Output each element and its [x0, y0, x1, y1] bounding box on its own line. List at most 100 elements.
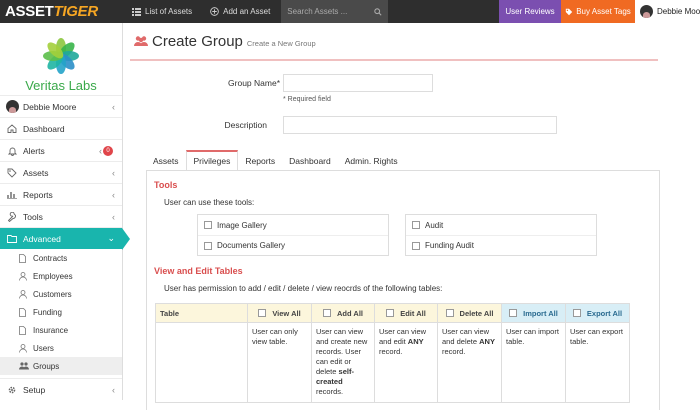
cell-text: record. — [442, 347, 466, 356]
bell-icon — [7, 147, 17, 156]
export-all-description: User can export table. — [565, 322, 630, 403]
tool-image-gallery[interactable]: Image Gallery — [198, 215, 388, 235]
document-icon — [19, 307, 26, 317]
sidebar-item-label: Advanced — [23, 233, 61, 244]
avatar — [5, 100, 19, 113]
chevron-down-icon: ⌄ — [107, 233, 115, 243]
checkbox[interactable] — [572, 309, 581, 317]
person-icon — [19, 289, 27, 299]
sidebar-item-assets[interactable]: Assets ‹ — [0, 161, 122, 183]
nav-list-of-assets[interactable]: List of Assets — [123, 0, 201, 23]
sidebar-subitem-users[interactable]: Users — [0, 339, 122, 357]
nav-add-an-asset[interactable]: Add an Asset — [201, 0, 279, 23]
chevron-left-icon: ‹ — [112, 101, 115, 112]
tab-admin-rights[interactable]: Admin. Rights — [338, 150, 405, 171]
import-all-description: User can import table. — [501, 322, 566, 403]
sidebar-subitem-label: Insurance — [33, 325, 69, 335]
col-header-edit-all[interactable]: Edit All — [374, 303, 438, 323]
add-all-description: User can view and create new records. Us… — [311, 322, 375, 403]
tool-funding-audit[interactable]: Funding Audit — [406, 235, 596, 255]
cell-text: User can export table. — [570, 327, 623, 346]
sidebar-subitem-customers[interactable]: Customers — [0, 285, 122, 303]
cell-text: User can import table. — [506, 327, 559, 346]
chevron-left-icon: ‹ — [99, 145, 102, 156]
col-header-label: Edit All — [400, 308, 426, 318]
sidebar-item-label: Alerts — [23, 145, 45, 156]
col-header-delete-all[interactable]: Delete All — [437, 303, 502, 323]
user-reviews-button[interactable]: User Reviews — [499, 0, 561, 23]
sidebar-item-tools[interactable]: Tools ‹ — [0, 205, 122, 227]
cell-text-bold: ANY — [479, 337, 495, 346]
buy-asset-tags-label: Buy Asset Tags — [576, 7, 631, 16]
tool-label: Documents Gallery — [217, 241, 286, 250]
cell-text: User can only view table. — [252, 327, 298, 346]
sidebar-user[interactable]: Debbie Moore ‹ — [0, 95, 122, 117]
checkbox[interactable] — [509, 309, 518, 317]
tool-documents-gallery[interactable]: Documents Gallery — [198, 235, 388, 255]
table-cell-empty — [155, 322, 248, 403]
cell-text: records. — [316, 387, 344, 396]
col-header-label: Table — [160, 308, 180, 318]
checkbox[interactable] — [386, 309, 395, 317]
user-menu[interactable]: Debbie Moore — [635, 0, 700, 23]
tab-dashboard[interactable]: Dashboard — [282, 150, 338, 171]
page-title: Create Group — [152, 32, 243, 50]
tag-icon — [7, 168, 17, 178]
sidebar-item-advanced[interactable]: Advanced ⌄ — [0, 227, 130, 250]
description-input[interactable] — [283, 116, 557, 134]
wrench-icon — [7, 211, 16, 222]
col-header-export-all[interactable]: Export All — [565, 303, 630, 323]
sidebar-subitem-label: Employees — [33, 271, 73, 281]
col-header-add-all[interactable]: Add All — [311, 303, 375, 323]
tag-icon — [566, 8, 573, 15]
col-header-import-all[interactable]: Import All — [501, 303, 566, 323]
group-name-label: Group Name* — [228, 78, 280, 88]
checkbox[interactable] — [412, 241, 420, 250]
sidebar-subitem-employees[interactable]: Employees — [0, 267, 122, 285]
chevron-left-icon: ‹ — [112, 211, 115, 222]
search-input[interactable]: Search Assets ... — [281, 0, 389, 23]
sidebar-subitem-groups[interactable]: Groups — [0, 357, 122, 375]
tab-assets[interactable]: Assets — [146, 150, 186, 171]
sidebar-item-alerts[interactable]: Alerts ‹ 0 — [0, 139, 122, 161]
checkbox[interactable] — [323, 309, 332, 317]
chevron-left-icon: ‹ — [112, 384, 115, 395]
tool-label: Funding Audit — [425, 241, 474, 250]
checkbox[interactable] — [204, 221, 212, 229]
description-row: Description — [190, 116, 557, 134]
sidebar-item-reports[interactable]: Reports ‹ — [0, 183, 122, 205]
document-icon — [19, 253, 26, 263]
person-icon — [19, 271, 27, 281]
tab-privileges[interactable]: Privileges — [185, 150, 239, 171]
col-header-view-all[interactable]: View All — [247, 303, 312, 323]
col-header-label: Export All — [586, 308, 623, 318]
document-icon — [19, 325, 26, 335]
sidebar-item-dashboard[interactable]: Dashboard — [0, 117, 122, 139]
tables-intro: User has permission to add / edit / dele… — [164, 284, 443, 293]
checkbox[interactable] — [445, 309, 454, 317]
sidebar-subitem-label: Contracts — [33, 253, 68, 263]
company-brand: Veritas Labs — [0, 23, 122, 95]
search-icon[interactable] — [374, 7, 382, 16]
alert-count-badge: 0 — [103, 146, 113, 156]
checkbox[interactable] — [412, 221, 420, 229]
buy-asset-tags-button[interactable]: Buy Asset Tags — [561, 0, 635, 23]
sidebar-subitem-funding[interactable]: Funding — [0, 303, 122, 321]
col-header-label: Import All — [523, 308, 558, 318]
checkbox[interactable] — [204, 241, 212, 250]
group-name-row: Group Name* — [190, 74, 433, 92]
table-row: User can only view table. User can view … — [155, 322, 630, 403]
group-name-input[interactable] — [283, 74, 433, 92]
sidebar-subitem-insurance[interactable]: Insurance — [0, 321, 122, 339]
asset-tiger-logo[interactable]: ASSET TIGER — [0, 0, 123, 23]
sidebar-subitem-contracts[interactable]: Contracts — [0, 249, 122, 267]
view-all-description: User can only view table. — [247, 322, 312, 403]
sidebar-item-setup[interactable]: Setup ‹ — [0, 378, 122, 400]
tables-section-title: View and Edit Tables — [154, 266, 243, 276]
nav-list-of-assets-label: List of Assets — [145, 7, 193, 16]
sidebar-subitem-label: Customers — [33, 289, 72, 299]
tab-reports[interactable]: Reports — [238, 150, 282, 171]
chart-icon — [7, 192, 17, 199]
checkbox[interactable] — [258, 309, 267, 317]
tool-audit[interactable]: Audit — [406, 215, 596, 235]
